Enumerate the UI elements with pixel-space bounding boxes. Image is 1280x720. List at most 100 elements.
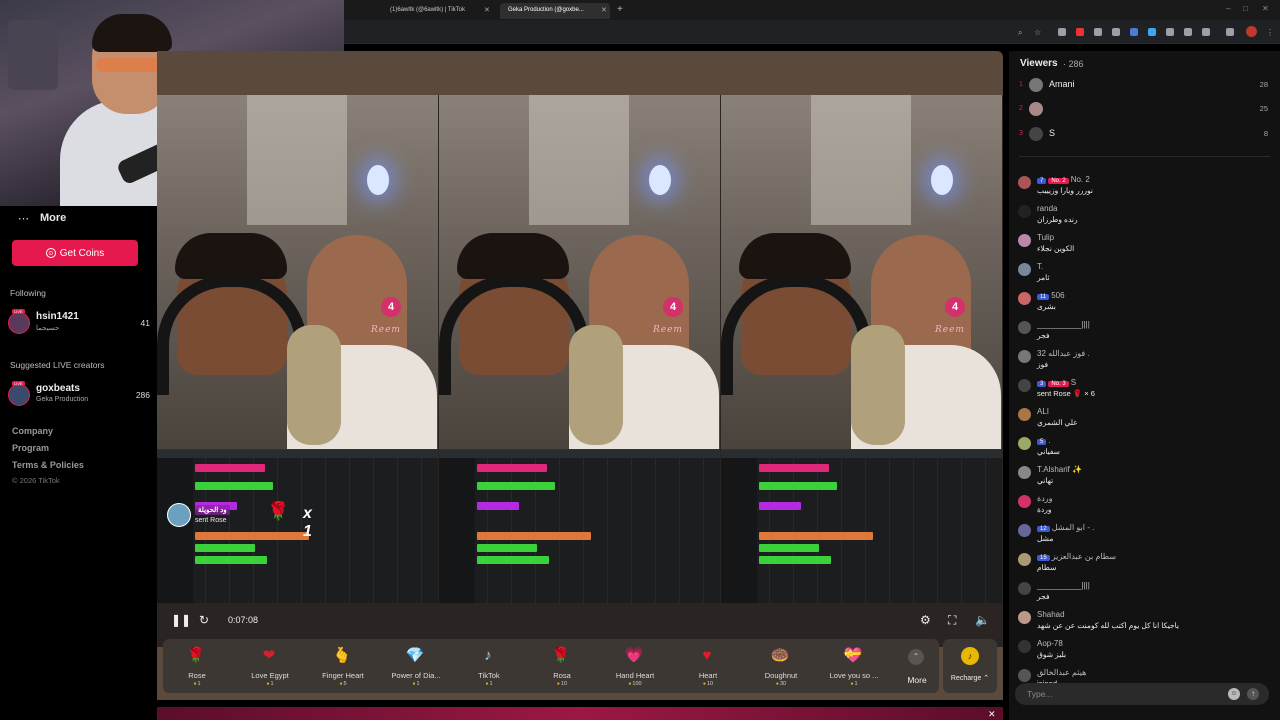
zoom-icon[interactable]: ⌕	[1018, 28, 1026, 37]
chat-message[interactable]: فوز عبدالله 32 . فوز	[1009, 348, 1280, 374]
gift-item-love-egypt[interactable]: ❤ Love Egypt 1	[236, 643, 304, 691]
chat-username[interactable]: 7 No. 2 No. 2	[1037, 175, 1090, 184]
fullscreen-icon[interactable]: ⛶	[948, 613, 956, 628]
avatar[interactable]	[1018, 379, 1031, 392]
gift-item-love-you-so-much[interactable]: 💝 Love you so ... 1	[820, 643, 888, 691]
extension-icon[interactable]	[1094, 28, 1102, 36]
avatar[interactable]	[1018, 582, 1031, 595]
chat-message[interactable]: __________|||| فجر	[1009, 319, 1280, 345]
following-item[interactable]: LIVE hsin1421 حسيجما 41	[8, 309, 150, 336]
chat-message[interactable]: 3 No. 3 Ssent Rose 🌹 × 6	[1009, 377, 1280, 403]
avatar[interactable]	[1018, 553, 1031, 566]
extension-icon[interactable]	[1112, 28, 1120, 36]
more-gifts-button[interactable]: ⌃ More	[899, 643, 935, 691]
chat-username[interactable]: 11 506	[1037, 291, 1065, 300]
more-icon[interactable]: ⋯	[18, 212, 29, 225]
avatar[interactable]	[1018, 292, 1031, 305]
chat-username[interactable]: ALI	[1037, 407, 1049, 416]
suggested-item[interactable]: LIVE goxbeats Geka Production 286	[8, 381, 150, 408]
chat-input[interactable]	[1027, 687, 1217, 701]
chat-username[interactable]: 15 سطام بن عبدالعزيز	[1037, 552, 1116, 561]
chat-username[interactable]: هيثم عبدالخالق	[1037, 668, 1086, 677]
chat-message[interactable]: Tulip الكوين نجلاء	[1009, 232, 1280, 258]
avatar[interactable]	[1018, 176, 1031, 189]
extension-icon[interactable]	[1148, 28, 1156, 36]
gift-item-heart[interactable]: ♥ Heart 10	[674, 643, 742, 691]
chat-message[interactable]: 15 سطام بن عبدالعزيز سطام	[1009, 551, 1280, 577]
chat-message[interactable]: Shahad ياجيكا انا كل يوم اكتب لله كومنت ع…	[1009, 609, 1280, 635]
chat-message[interactable]: 5. سفياني	[1009, 435, 1280, 461]
avatar[interactable]	[1018, 205, 1031, 218]
refresh-icon[interactable]: ↻	[199, 613, 209, 627]
chat-message[interactable]: 11 506 بشرى	[1009, 290, 1280, 316]
avatar[interactable]	[1018, 669, 1031, 682]
close-icon[interactable]: ✕	[484, 6, 490, 14]
chat-username[interactable]: Aop-78	[1037, 639, 1063, 648]
chat-username[interactable]: 12 ابو المشل - .	[1037, 523, 1094, 532]
gift-item-tiktok[interactable]: ♪ TikTok 1	[455, 643, 523, 691]
gift-item-power-of-diamond[interactable]: 💎 Power of Dia... 1	[382, 643, 450, 691]
gift-item-rosa[interactable]: 🌹 Rosa 10	[528, 643, 596, 691]
avatar[interactable]	[1018, 466, 1031, 479]
top-viewer-item[interactable]: 3 S 8	[1009, 126, 1280, 144]
chat-username[interactable]: 5.	[1037, 436, 1051, 445]
top-viewer-item[interactable]: 2 25	[1009, 101, 1280, 119]
chat-message[interactable]: T. ثامر	[1009, 261, 1280, 287]
chat-message[interactable]: وردة وردة	[1009, 493, 1280, 519]
recharge-button[interactable]: ♪ Recharge ⌃	[943, 639, 997, 693]
footer-link-program[interactable]: Program	[12, 443, 49, 453]
close-window-icon[interactable]: ✕	[1262, 4, 1269, 13]
volume-icon[interactable]: 🔈	[975, 613, 990, 627]
extension-icon[interactable]	[1166, 28, 1174, 36]
avatar[interactable]	[1018, 495, 1031, 508]
chat-username[interactable]: __________||||	[1037, 581, 1090, 590]
live-video[interactable]: 4 Reem 4 Reem 4 Reem	[157, 95, 1003, 647]
browser-tab[interactable]: (1)6awltk (@6awltk) | TikTok	[382, 3, 494, 19]
profile-avatar[interactable]	[1246, 26, 1257, 37]
chat-username[interactable]: T.	[1037, 262, 1043, 271]
extensions-menu-icon[interactable]	[1226, 28, 1234, 36]
close-icon[interactable]: ✕	[988, 709, 996, 720]
avatar[interactable]	[1018, 640, 1031, 653]
gift-item-hand-heart[interactable]: 💗 Hand Heart 100	[601, 643, 669, 691]
emoji-icon[interactable]: ☺	[1228, 688, 1240, 700]
viewers-title[interactable]: Viewers	[1020, 58, 1058, 69]
browser-menu-icon[interactable]: ⋮	[1266, 28, 1274, 37]
send-icon[interactable]: ↑	[1247, 688, 1259, 700]
footer-link-company[interactable]: Company	[12, 426, 53, 436]
chat-message[interactable]: 7 No. 2 No. 2 نوررر ويارا وزيييب	[1009, 174, 1280, 200]
chat-username[interactable]: 3 No. 3S	[1037, 378, 1076, 387]
chat-message[interactable]: 12 ابو المشل - . مشل	[1009, 522, 1280, 548]
close-icon[interactable]: ✕	[601, 6, 607, 14]
chat-username[interactable]: Shahad	[1037, 610, 1065, 619]
maximize-icon[interactable]: □	[1243, 4, 1248, 13]
chat-message[interactable]: Aop-78 بليز شوق	[1009, 638, 1280, 664]
chat-username[interactable]: randa	[1037, 204, 1057, 213]
avatar[interactable]	[1018, 350, 1031, 363]
chat-message[interactable]: T.Alsharif ✨ تهاني	[1009, 464, 1280, 490]
more-link[interactable]: More	[40, 212, 66, 224]
chat-message[interactable]: __________|||| فجر	[1009, 580, 1280, 606]
extension-icon[interactable]	[1130, 28, 1138, 36]
settings-icon[interactable]: ⚙	[920, 613, 931, 627]
avatar[interactable]	[1018, 263, 1031, 276]
avatar[interactable]	[1018, 437, 1031, 450]
chat-username[interactable]: وردة	[1037, 494, 1052, 503]
gift-item-rose[interactable]: 🌹 Rose 1	[163, 643, 231, 691]
new-tab-icon[interactable]: +	[617, 4, 623, 15]
avatar[interactable]	[1018, 524, 1031, 537]
gift-item-finger-heart[interactable]: 🫰 Finger Heart 5	[309, 643, 377, 691]
gift-item-doughnut[interactable]: 🍩 Doughnut 30	[747, 643, 815, 691]
chat-username[interactable]: Tulip	[1037, 233, 1054, 242]
browser-tab-active[interactable]: Geka Production (@goxbe...	[500, 3, 610, 19]
footer-link-terms[interactable]: Terms & Policies	[12, 460, 84, 470]
avatar[interactable]	[1018, 408, 1031, 421]
avatar[interactable]	[1018, 321, 1031, 334]
extension-icon[interactable]	[1058, 28, 1066, 36]
top-viewer-item[interactable]: 1 Amani 28	[1009, 77, 1280, 95]
chat-message[interactable]: ALI علي الشمري	[1009, 406, 1280, 432]
chat-username[interactable]: فوز عبدالله 32 .	[1037, 349, 1090, 358]
extension-icon[interactable]	[1076, 28, 1084, 36]
avatar[interactable]	[1018, 234, 1031, 247]
extension-icon[interactable]	[1202, 28, 1210, 36]
